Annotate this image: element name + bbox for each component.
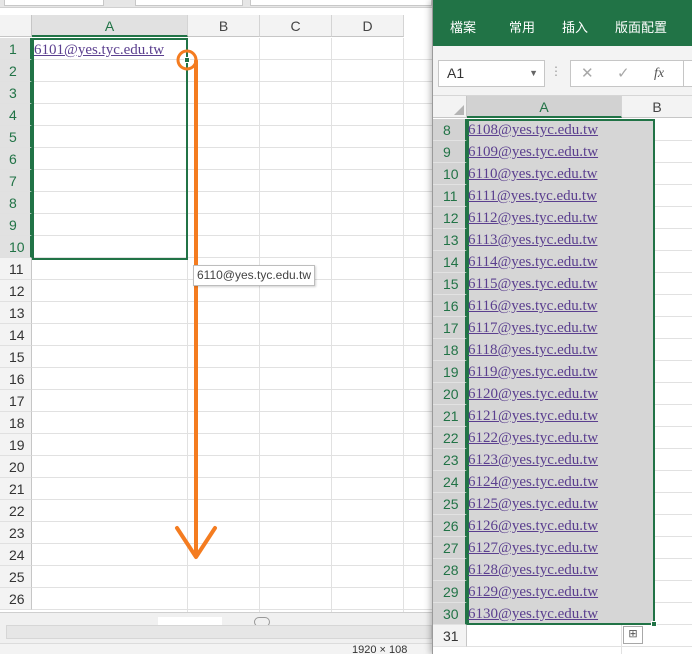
row-header-27[interactable]: 27 bbox=[433, 537, 467, 559]
formula-buttons: ✕ ✓ fx bbox=[570, 60, 690, 87]
name-box-value: A1 bbox=[447, 65, 465, 81]
drag-value-tooltip: 6110@yes.tyc.edu.tw bbox=[193, 265, 316, 286]
drag-start-circle bbox=[176, 49, 198, 71]
row-header-28[interactable]: 28 bbox=[433, 559, 467, 581]
ribbon-tab-bar: 檔案 常用 插入 版面配置 bbox=[433, 0, 692, 46]
tab-insert[interactable]: 插入 bbox=[562, 20, 588, 36]
row-header-10[interactable]: 10 bbox=[433, 163, 467, 185]
row-header-17[interactable]: 17 bbox=[433, 317, 467, 339]
status-dimensions: 1920 × 108 bbox=[352, 644, 408, 654]
cell-a19[interactable]: 6119@yes.tyc.edu.tw bbox=[468, 361, 598, 383]
tab-home[interactable]: 常用 bbox=[509, 20, 535, 36]
row-header-12[interactable]: 12 bbox=[433, 207, 467, 229]
fx-icon[interactable]: fx bbox=[654, 65, 664, 83]
cell-a28[interactable]: 6128@yes.tyc.edu.tw bbox=[468, 559, 598, 581]
cell-a27[interactable]: 6127@yes.tyc.edu.tw bbox=[468, 537, 598, 559]
cell-a8[interactable]: 6108@yes.tyc.edu.tw bbox=[468, 119, 598, 141]
column-header-a[interactable]: A bbox=[467, 96, 622, 118]
cell-a22[interactable]: 6122@yes.tyc.edu.tw bbox=[468, 427, 598, 449]
drag-arrow bbox=[175, 49, 217, 559]
cancel-icon[interactable]: ✕ bbox=[581, 65, 594, 83]
row-header-15[interactable]: 15 bbox=[433, 273, 467, 295]
tab-page-layout[interactable]: 版面配置 bbox=[615, 20, 667, 36]
row-header-16[interactable]: 16 bbox=[433, 295, 467, 317]
formula-bar: A1 ▼ ⋮ ✕ ✓ fx bbox=[433, 46, 692, 96]
cell-a23[interactable]: 6123@yes.tyc.edu.tw bbox=[468, 449, 598, 471]
row-header-22[interactable]: 22 bbox=[433, 427, 467, 449]
select-all-corner[interactable] bbox=[433, 96, 467, 118]
row-header-24[interactable]: 24 bbox=[433, 471, 467, 493]
chevron-down-icon[interactable]: ▼ bbox=[529, 61, 538, 86]
status-bar: 1920 × 108 bbox=[0, 643, 432, 654]
cell-a10[interactable]: 6110@yes.tyc.edu.tw bbox=[468, 163, 598, 185]
tab-file[interactable]: 檔案 bbox=[450, 20, 476, 36]
cell-a30[interactable]: 6130@yes.tyc.edu.tw bbox=[468, 603, 598, 625]
cell-a13[interactable]: 6113@yes.tyc.edu.tw bbox=[468, 229, 598, 251]
row-header-20[interactable]: 20 bbox=[433, 383, 467, 405]
fill-handle[interactable] bbox=[651, 621, 657, 627]
cell-a15[interactable]: 6115@yes.tyc.edu.tw bbox=[468, 273, 598, 295]
cell-a16[interactable]: 6116@yes.tyc.edu.tw bbox=[468, 295, 598, 317]
row-header-31[interactable]: 31 bbox=[433, 625, 467, 647]
row-header-26[interactable]: 26 bbox=[433, 515, 467, 537]
row-header-11[interactable]: 11 bbox=[433, 185, 467, 207]
row-header-8[interactable]: 8 bbox=[433, 119, 467, 141]
row-header-21[interactable]: 21 bbox=[433, 405, 467, 427]
cell-a14[interactable]: 6114@yes.tyc.edu.tw bbox=[468, 251, 598, 273]
row-header-30[interactable]: 30 bbox=[433, 603, 467, 625]
cell-a20[interactable]: 6120@yes.tyc.edu.tw bbox=[468, 383, 598, 405]
row-header-18[interactable]: 18 bbox=[433, 339, 467, 361]
row-header-9[interactable]: 9 bbox=[433, 141, 467, 163]
column-header-b[interactable]: B bbox=[622, 96, 692, 118]
cell-a18[interactable]: 6118@yes.tyc.edu.tw bbox=[468, 339, 598, 361]
row-header-23[interactable]: 23 bbox=[433, 449, 467, 471]
cell-a25[interactable]: 6125@yes.tyc.edu.tw bbox=[468, 493, 598, 515]
cell-a17[interactable]: 6117@yes.tyc.edu.tw bbox=[468, 317, 598, 339]
cell-a24[interactable]: 6124@yes.tyc.edu.tw bbox=[468, 471, 598, 493]
cell-a11[interactable]: 6111@yes.tyc.edu.tw bbox=[468, 185, 597, 207]
name-box[interactable]: A1 ▼ bbox=[438, 60, 545, 87]
right-excel-window: 檔案 常用 插入 版面配置 A1 ▼ ⋮ ✕ ✓ fx A B 8 6108@ye… bbox=[432, 0, 692, 654]
auto-fill-options-icon[interactable]: ⊞ bbox=[623, 626, 643, 644]
row-header-25[interactable]: 25 bbox=[433, 493, 467, 515]
horizontal-scrollbar[interactable] bbox=[6, 625, 432, 639]
cell-a9[interactable]: 6109@yes.tyc.edu.tw bbox=[468, 141, 598, 163]
row-header-29[interactable]: 29 bbox=[433, 581, 467, 603]
more-icon[interactable]: ⋮ bbox=[550, 65, 562, 77]
row-header-19[interactable]: 19 bbox=[433, 361, 467, 383]
cell-a12[interactable]: 6112@yes.tyc.edu.tw bbox=[468, 207, 598, 229]
cell-a29[interactable]: 6129@yes.tyc.edu.tw bbox=[468, 581, 598, 603]
cell-a21[interactable]: 6121@yes.tyc.edu.tw bbox=[468, 405, 598, 427]
left-excel-window: ABCD 1 2 3 4 5 6 7 8 9 10 11 12 13 14 15 16 17 18 19 20 21 22… bbox=[0, 0, 432, 654]
formula-input[interactable] bbox=[683, 60, 692, 87]
cell-a26[interactable]: 6126@yes.tyc.edu.tw bbox=[468, 515, 598, 537]
enter-icon[interactable]: ✓ bbox=[617, 65, 630, 83]
row-header-14[interactable]: 14 bbox=[433, 251, 467, 273]
row-header-13[interactable]: 13 bbox=[433, 229, 467, 251]
sheet-bar: 1920 × 108 bbox=[0, 612, 432, 654]
